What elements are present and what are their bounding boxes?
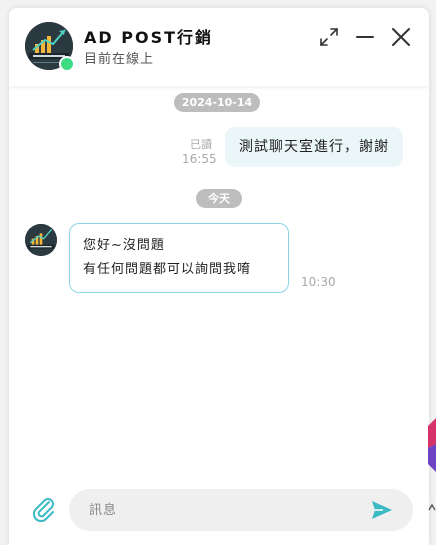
message-time: 16:55 bbox=[182, 152, 217, 166]
read-receipt: 已讀 bbox=[190, 138, 212, 151]
close-icon bbox=[392, 28, 410, 46]
message-time: 10:30 bbox=[301, 275, 336, 289]
shop-avatar-small bbox=[25, 224, 57, 256]
paperclip-icon bbox=[32, 498, 54, 523]
incoming-message-line: 有任何問題都可以詢問我唷 bbox=[83, 262, 252, 277]
marketing-logo-icon bbox=[25, 224, 57, 256]
minimize-icon bbox=[356, 36, 374, 38]
send-icon bbox=[372, 501, 392, 519]
send-button[interactable] bbox=[370, 498, 394, 522]
message-input[interactable] bbox=[69, 489, 413, 531]
incoming-message-line: 您好~沒問題 bbox=[83, 238, 165, 253]
incoming-message: 您好~沒問題 有任何問題都可以詢問我唷 bbox=[69, 223, 289, 293]
minimize-button[interactable] bbox=[354, 26, 376, 48]
date-separator: 2024-10-14 bbox=[174, 93, 260, 112]
chat-header: AD POST行銷 目前在線上 bbox=[9, 8, 429, 86]
outgoing-message: 測試聊天室進行，謝謝 bbox=[225, 127, 403, 167]
attach-button[interactable] bbox=[29, 494, 57, 523]
chevron-up-icon bbox=[428, 503, 436, 511]
online-status-dot bbox=[59, 56, 75, 72]
shop-name: AD POST行銷 bbox=[84, 28, 214, 47]
expand-icon bbox=[320, 28, 338, 46]
date-separator-today: 今天 bbox=[196, 189, 242, 208]
background-graphic bbox=[428, 418, 436, 472]
close-button[interactable] bbox=[390, 26, 412, 48]
chat-window: AD POST行銷 目前在線上 2024-10-14 已讀 16:55 測試聊天… bbox=[9, 8, 429, 545]
expand-button[interactable] bbox=[318, 26, 340, 48]
online-status-text: 目前在線上 bbox=[84, 52, 155, 67]
